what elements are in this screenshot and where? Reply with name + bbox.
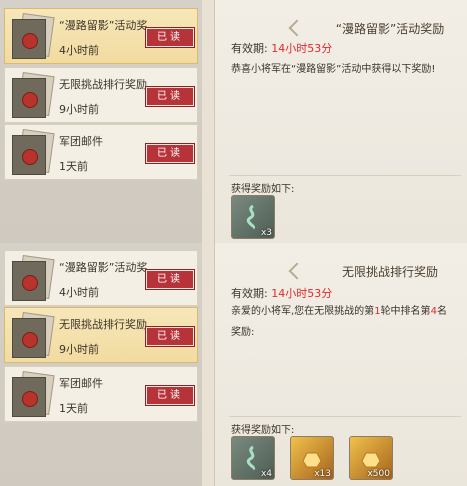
mail-time: 4小时前 bbox=[59, 44, 99, 57]
read-badge[interactable]: 已读 bbox=[146, 327, 194, 346]
mail-time: 9小时前 bbox=[59, 103, 99, 116]
mail-item-legion[interactable]: 军团邮件 1天前 已读 bbox=[4, 124, 198, 180]
body-suffix: 名 bbox=[436, 306, 447, 317]
mail-detail-title: 无限挑战排行奖励 bbox=[315, 261, 465, 283]
mail-title: “漫路留影”活动奖 bbox=[59, 261, 148, 274]
mail-item-activity[interactable]: “漫路留影”活动奖 4小时前 已读 bbox=[4, 250, 198, 306]
mail-panel-bottom: “漫路留影”活动奖 4小时前 已读 无限挑战排行奖励 9小时前 已读 军团邮件 … bbox=[0, 243, 467, 486]
read-badge[interactable]: 已读 bbox=[146, 386, 194, 405]
mail-title: 军团邮件 bbox=[59, 377, 103, 390]
reward-count: x13 bbox=[314, 469, 331, 479]
mail-item-activity[interactable]: “漫路留影”活动奖 4小时前 已读 bbox=[4, 8, 198, 64]
read-badge[interactable]: 已读 bbox=[146, 270, 194, 289]
gold-ingot-icon[interactable]: x500 bbox=[349, 436, 393, 480]
mail-list: “漫路留影”活动奖 4小时前 已读 无限挑战排行奖励 9小时前 已读 军团邮件 … bbox=[0, 0, 202, 243]
mail-body: 亲爱的小将军,您在无限挑战的第1轮中排名第4名 bbox=[231, 301, 447, 322]
mail-envelope-icon bbox=[12, 370, 55, 417]
mail-title: 无限挑战排行奖励 bbox=[59, 318, 147, 331]
read-badge[interactable]: 已读 bbox=[146, 87, 194, 106]
mail-envelope-icon bbox=[12, 71, 55, 118]
mail-body-line2: 奖励: bbox=[231, 327, 255, 338]
mail-item-challenge[interactable]: 无限挑战排行奖励 9小时前 已读 bbox=[4, 307, 198, 363]
reward-divider bbox=[229, 175, 461, 176]
body-prefix: 亲爱的小将军,您在无限挑战的第 bbox=[231, 306, 375, 317]
mail-detail-title: “漫路留影”活动奖励 bbox=[315, 18, 465, 40]
reward-label: 获得奖励如下: bbox=[231, 425, 295, 436]
read-badge[interactable]: 已读 bbox=[146, 28, 194, 47]
reward-count: x4 bbox=[260, 469, 272, 479]
mail-title: “漫路留影”活动奖 bbox=[59, 19, 148, 32]
mail-time: 9小时前 bbox=[59, 343, 99, 356]
jade-token-icon[interactable]: x4 bbox=[231, 436, 275, 480]
mail-detail: “漫路留影”活动奖励 有效期: 14小时53分 恭喜小将军在“漫路留影”活动中获… bbox=[214, 0, 467, 243]
body-mid: 轮中排名第 bbox=[380, 306, 431, 317]
mail-title: 军团邮件 bbox=[59, 135, 103, 148]
mail-panel-top: “漫路留影”活动奖 4小时前 已读 无限挑战排行奖励 9小时前 已读 军团邮件 … bbox=[0, 0, 467, 243]
mail-envelope-icon bbox=[12, 254, 55, 301]
read-badge[interactable]: 已读 bbox=[146, 144, 194, 163]
validity-value: 14小时53分 bbox=[271, 42, 333, 55]
gold-ingot-icon[interactable]: x13 bbox=[290, 436, 334, 480]
mail-envelope-icon bbox=[12, 12, 55, 59]
mail-item-challenge[interactable]: 无限挑战排行奖励 9小时前 已读 bbox=[4, 67, 198, 123]
reward-label: 获得奖励如下: bbox=[231, 184, 295, 195]
validity-value: 14小时53分 bbox=[271, 287, 333, 300]
mail-envelope-icon bbox=[12, 311, 55, 358]
mail-time: 4小时前 bbox=[59, 286, 99, 299]
reward-count: x500 bbox=[367, 469, 390, 479]
mail-detail: 无限挑战排行奖励 有效期: 14小时53分 亲爱的小将军,您在无限挑战的第1轮中… bbox=[214, 243, 467, 486]
jade-token-icon[interactable]: x3 bbox=[231, 195, 275, 239]
mail-time: 1天前 bbox=[59, 160, 88, 173]
reward-count: x3 bbox=[260, 228, 272, 238]
mail-body: 恭喜小将军在“漫路留影”活动中获得以下奖励! bbox=[231, 64, 436, 75]
reward-divider bbox=[229, 416, 461, 417]
mail-item-legion[interactable]: 军团邮件 1天前 已读 bbox=[4, 366, 198, 422]
validity: 有效期: 14小时53分 bbox=[231, 285, 332, 301]
validity-label: 有效期: bbox=[231, 42, 268, 55]
mail-title: 无限挑战排行奖励 bbox=[59, 78, 147, 91]
mail-time: 1天前 bbox=[59, 402, 88, 415]
validity: 有效期: 14小时53分 bbox=[231, 40, 332, 56]
validity-label: 有效期: bbox=[231, 287, 268, 300]
mail-envelope-icon bbox=[12, 128, 55, 175]
mail-list: “漫路留影”活动奖 4小时前 已读 无限挑战排行奖励 9小时前 已读 军团邮件 … bbox=[0, 243, 202, 486]
